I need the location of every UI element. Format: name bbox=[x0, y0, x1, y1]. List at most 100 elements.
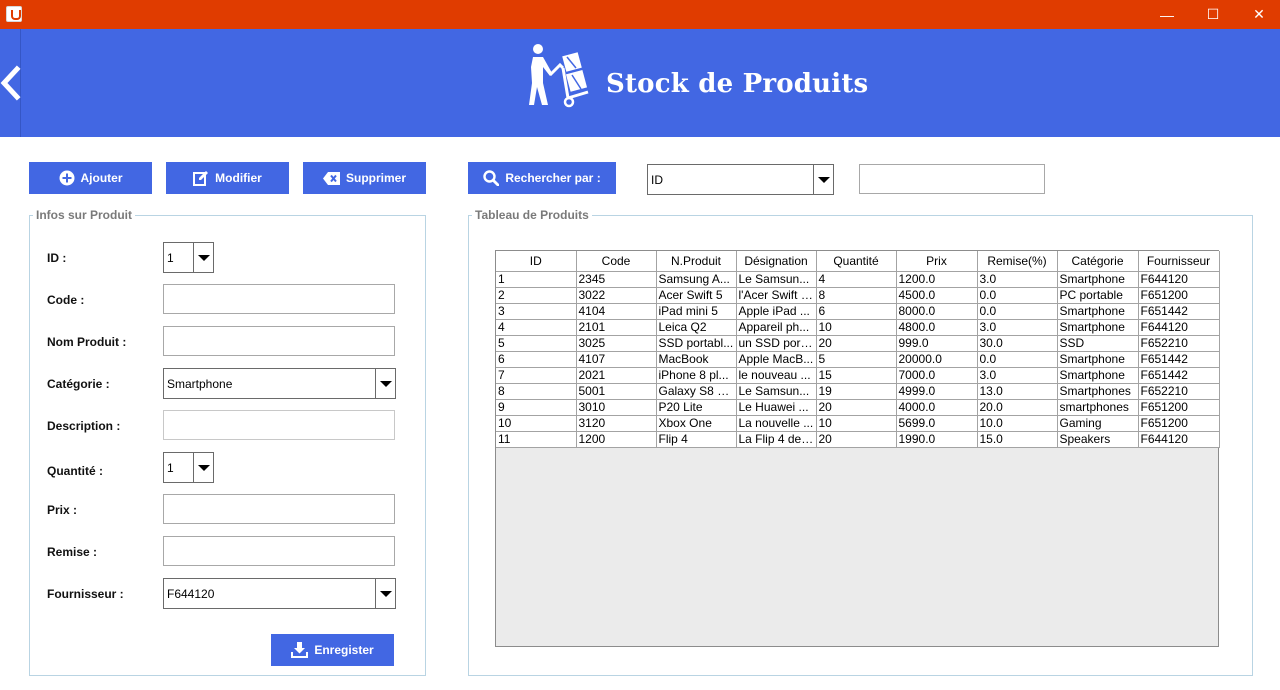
table-cell[interactable]: F651442 bbox=[1137, 351, 1220, 368]
product-name-field[interactable] bbox=[163, 326, 395, 356]
table-cell[interactable]: F644120 bbox=[1137, 431, 1220, 448]
table-cell[interactable]: Smartphone bbox=[1056, 351, 1139, 368]
table-row[interactable]: 1 2345 Samsung A... Le Samsun... 4 1200.0 3.0 S… bbox=[496, 271, 1220, 288]
table-cell[interactable]: SSD bbox=[1056, 335, 1139, 352]
table-cell[interactable]: 4107 bbox=[575, 351, 657, 368]
table-cell[interactable]: l'Acer Swift 5... bbox=[735, 287, 817, 304]
table-cell[interactable]: 8 bbox=[496, 383, 577, 400]
table-cell[interactable]: Speakers bbox=[1056, 431, 1139, 448]
table-cell[interactable]: Apple iPad ... bbox=[735, 303, 817, 320]
table-cell[interactable]: 5 bbox=[496, 335, 577, 352]
table-cell[interactable]: 3.0 bbox=[976, 271, 1058, 288]
table-cell[interactable]: 2101 bbox=[575, 319, 657, 336]
table-cell[interactable]: 4104 bbox=[575, 303, 657, 320]
table-cell[interactable]: 6 bbox=[496, 351, 577, 368]
table-cell[interactable]: Apple MacB... bbox=[735, 351, 817, 368]
table-cell[interactable]: 3010 bbox=[575, 399, 657, 416]
table-cell[interactable]: 2 bbox=[496, 287, 577, 304]
table-cell[interactable]: iPad mini 5 bbox=[655, 303, 737, 320]
table-cell[interactable]: Appareil ph... bbox=[735, 319, 817, 336]
table-cell[interactable]: 7000.0 bbox=[895, 367, 978, 384]
save-button[interactable]: Enregister bbox=[271, 634, 394, 666]
table-cell[interactable]: 20 bbox=[815, 335, 897, 352]
table-cell[interactable]: 4500.0 bbox=[895, 287, 978, 304]
table-cell[interactable]: 5001 bbox=[575, 383, 657, 400]
table-cell[interactable]: 20 bbox=[815, 431, 897, 448]
column-header[interactable]: Code bbox=[575, 251, 657, 272]
table-cell[interactable]: 8 bbox=[815, 287, 897, 304]
products-table[interactable]: ID Code N.Produit Désignation Quantité Prix Re… bbox=[495, 250, 1220, 647]
table-cell[interactable]: F652210 bbox=[1137, 335, 1220, 352]
table-cell[interactable]: Leica Q2 bbox=[655, 319, 737, 336]
table-cell[interactable]: 6 bbox=[815, 303, 897, 320]
table-cell[interactable]: 8000.0 bbox=[895, 303, 978, 320]
table-cell[interactable]: 10 bbox=[496, 415, 577, 432]
table-row[interactable]: 2 3022 Acer Swift 5 l'Acer Swift 5... 8 4500.… bbox=[496, 287, 1220, 304]
column-header[interactable]: Désignation bbox=[735, 251, 817, 272]
table-cell[interactable]: Le Huawei ... bbox=[735, 399, 817, 416]
table-cell[interactable]: F652210 bbox=[1137, 383, 1220, 400]
table-cell[interactable]: 5699.0 bbox=[895, 415, 978, 432]
chevron-down-icon[interactable] bbox=[193, 453, 213, 482]
table-cell[interactable]: 4800.0 bbox=[895, 319, 978, 336]
table-cell[interactable]: La Flip 4 de ... bbox=[735, 431, 817, 448]
table-cell[interactable]: 30.0 bbox=[976, 335, 1058, 352]
table-row[interactable]: 4 2101 Leica Q2 Appareil ph... 10 4800.0 3.0 Sm… bbox=[496, 319, 1220, 336]
table-cell[interactable]: F651442 bbox=[1137, 303, 1220, 320]
table-cell[interactable]: Smartphone bbox=[1056, 319, 1139, 336]
table-cell[interactable]: Gaming bbox=[1056, 415, 1139, 432]
table-cell[interactable]: 3025 bbox=[575, 335, 657, 352]
table-cell[interactable]: 3.0 bbox=[976, 319, 1058, 336]
table-cell[interactable]: 4 bbox=[815, 271, 897, 288]
table-cell[interactable]: 3 bbox=[496, 303, 577, 320]
table-cell[interactable]: 13.0 bbox=[976, 383, 1058, 400]
quantity-select[interactable]: 1 bbox=[163, 452, 214, 483]
table-cell[interactable]: Samsung A... bbox=[655, 271, 737, 288]
table-cell[interactable]: le nouveau ... bbox=[735, 367, 817, 384]
table-cell[interactable]: iPhone 8 pl... bbox=[655, 367, 737, 384]
table-cell[interactable]: 5 bbox=[815, 351, 897, 368]
table-cell[interactable]: F651200 bbox=[1137, 399, 1220, 416]
search-input[interactable] bbox=[859, 164, 1045, 194]
price-field[interactable] bbox=[163, 494, 395, 524]
column-header[interactable]: ID bbox=[496, 251, 577, 272]
category-select[interactable]: Smartphone bbox=[163, 368, 396, 399]
search-button[interactable]: Rechercher par : bbox=[468, 162, 616, 194]
table-cell[interactable]: 1200.0 bbox=[895, 271, 978, 288]
table-cell[interactable]: Galaxy S8 Pl... bbox=[655, 383, 737, 400]
column-header[interactable]: N.Produit bbox=[655, 251, 737, 272]
table-cell[interactable]: SSD portabl... bbox=[655, 335, 737, 352]
table-cell[interactable]: 10 bbox=[815, 415, 897, 432]
table-cell[interactable]: 3120 bbox=[575, 415, 657, 432]
table-cell[interactable]: 20 bbox=[815, 399, 897, 416]
table-row[interactable]: 11 1200 Flip 4 La Flip 4 de ... 20 1990.0 15.0… bbox=[496, 431, 1220, 448]
minimize-button[interactable]: — bbox=[1144, 0, 1190, 29]
discount-field[interactable] bbox=[163, 536, 395, 566]
table-cell[interactable]: 10 bbox=[815, 319, 897, 336]
table-cell[interactable]: F644120 bbox=[1137, 271, 1220, 288]
table-cell[interactable]: 4 bbox=[496, 319, 577, 336]
table-cell[interactable]: F644120 bbox=[1137, 319, 1220, 336]
table-cell[interactable]: Le Samsun... bbox=[735, 271, 817, 288]
table-cell[interactable]: 3.0 bbox=[976, 367, 1058, 384]
table-row[interactable]: 5 3025 SSD portabl... un SSD port... 20 999.0… bbox=[496, 335, 1220, 352]
maximize-button[interactable]: ☐ bbox=[1190, 0, 1236, 29]
table-cell[interactable]: Le Samsun... bbox=[735, 383, 817, 400]
id-select[interactable]: 1 bbox=[163, 242, 214, 273]
table-cell[interactable]: Acer Swift 5 bbox=[655, 287, 737, 304]
edit-button[interactable]: Modifier bbox=[166, 162, 289, 194]
table-cell[interactable]: 4999.0 bbox=[895, 383, 978, 400]
table-cell[interactable]: 7 bbox=[496, 367, 577, 384]
table-cell[interactable]: 9 bbox=[496, 399, 577, 416]
table-cell[interactable]: F651442 bbox=[1137, 367, 1220, 384]
table-cell[interactable]: 0.0 bbox=[976, 303, 1058, 320]
table-cell[interactable]: 15 bbox=[815, 367, 897, 384]
table-cell[interactable]: 4000.0 bbox=[895, 399, 978, 416]
table-cell[interactable]: 11 bbox=[496, 431, 577, 448]
column-header[interactable]: Quantité bbox=[815, 251, 897, 272]
table-cell[interactable]: smartphones bbox=[1056, 399, 1139, 416]
table-row[interactable]: 10 3120 Xbox One La nouvelle ... 10 5699.0 10.… bbox=[496, 415, 1220, 432]
table-cell[interactable]: 20000.0 bbox=[895, 351, 978, 368]
table-cell[interactable]: 1200 bbox=[575, 431, 657, 448]
table-cell[interactable]: Smartphone bbox=[1056, 271, 1139, 288]
